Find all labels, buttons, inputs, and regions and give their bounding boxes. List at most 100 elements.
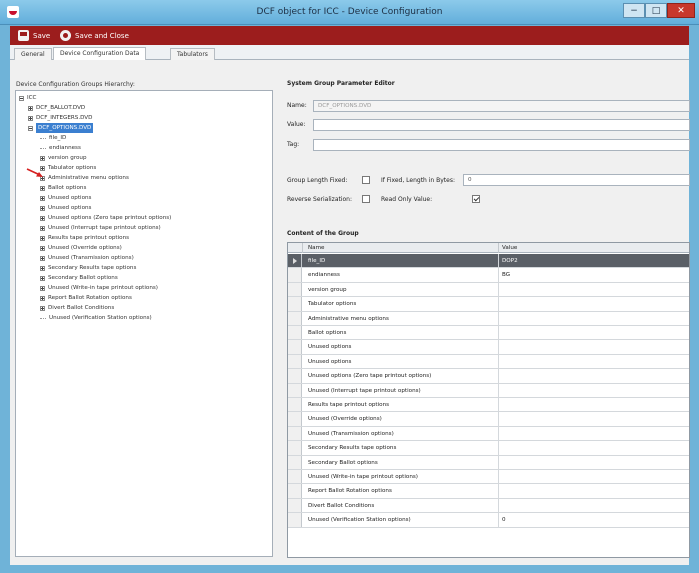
cell-name[interactable]: Unused (Write-in tape printout options)	[308, 470, 418, 484]
row-selector[interactable]	[288, 297, 302, 311]
cell-name[interactable]: Unused (Verification Station options)	[308, 513, 411, 527]
row-selector[interactable]	[288, 426, 302, 441]
tree-item-version-group[interactable]: version group	[40, 153, 87, 163]
row-selector[interactable]	[288, 326, 302, 340]
maximize-button[interactable]: □	[645, 3, 667, 18]
table-row[interactable]: Tabulator options	[288, 297, 689, 312]
cell-value[interactable]: DOP2	[502, 254, 518, 268]
row-selector[interactable]	[288, 441, 302, 455]
expand-icon[interactable]	[40, 215, 45, 221]
row-selector[interactable]	[288, 412, 302, 426]
row-selector[interactable]	[288, 354, 302, 369]
value-field[interactable]	[313, 119, 690, 131]
tree-item-secondary-ballot[interactable]: Secondary Ballot options	[40, 273, 118, 283]
table-row[interactable]: endianness BG	[288, 268, 689, 283]
cell-name[interactable]: Administrative menu options	[308, 312, 389, 326]
close-button[interactable]: ✕	[667, 3, 695, 18]
tree-item-endianness[interactable]: endianness	[40, 143, 81, 153]
expand-icon[interactable]	[40, 185, 45, 191]
tab-tabulators[interactable]: Tabulators	[170, 48, 215, 60]
cell-name[interactable]: Unused (Transmission options)	[308, 427, 394, 441]
collapse-icon[interactable]	[28, 125, 33, 131]
table-row[interactable]: Ballot options	[288, 326, 689, 341]
table-row[interactable]: Unused (Override options)	[288, 412, 689, 427]
table-row[interactable]: Secondary Results tape options	[288, 441, 689, 456]
row-selector[interactable]	[288, 470, 302, 484]
tree-item-ballot-options[interactable]: Ballot options	[40, 183, 86, 193]
tree-item-secondary-results[interactable]: Secondary Results tape options	[40, 263, 136, 273]
tree-item-tabulator-options[interactable]: Tabulator options	[40, 163, 96, 173]
minimize-button[interactable]: −	[623, 3, 645, 18]
cell-name[interactable]: Unused (Interrupt tape printout options)	[308, 384, 421, 398]
column-header-value[interactable]: Value	[502, 243, 517, 253]
table-row[interactable]: Unused options	[288, 340, 689, 355]
tab-device-configuration-data[interactable]: Device Configuration Data	[53, 47, 147, 61]
cell-name[interactable]: Secondary Ballot options	[308, 456, 378, 470]
expand-icon[interactable]	[40, 295, 45, 301]
save-button[interactable]: Save	[18, 28, 50, 43]
table-row[interactable]: Unused (Interrupt tape printout options)	[288, 383, 689, 398]
cell-name[interactable]: endianness	[308, 268, 340, 282]
table-row[interactable]: Unused (Verification Station options) 0	[288, 513, 689, 528]
tag-field[interactable]	[313, 139, 690, 151]
tree-item-unused-transmission[interactable]: Unused (Transmission options)	[40, 253, 134, 263]
tree-item-report-ballot-rotation[interactable]: Report Ballot Rotation options	[40, 293, 132, 303]
row-selector[interactable]	[288, 484, 302, 498]
tree-item-dcf-options[interactable]: DCF_OPTIONS.DVD	[28, 123, 94, 133]
expand-icon[interactable]	[40, 305, 45, 311]
row-selector[interactable]	[288, 513, 302, 527]
expand-icon[interactable]	[40, 235, 45, 241]
tab-general[interactable]: General	[14, 48, 52, 60]
row-selector[interactable]	[288, 254, 302, 268]
table-row[interactable]: Unused options (Zero tape printout optio…	[288, 369, 689, 384]
row-selector[interactable]	[288, 268, 302, 282]
tree-item-unused-override[interactable]: Unused (Override options)	[40, 243, 122, 253]
row-selector[interactable]	[288, 311, 302, 325]
expand-icon[interactable]	[40, 195, 45, 201]
expand-icon[interactable]	[40, 225, 45, 231]
table-row[interactable]: Secondary Ballot options	[288, 455, 689, 470]
cell-name[interactable]: version group	[308, 283, 347, 297]
name-field[interactable]: DCF_OPTIONS.DVD	[313, 100, 690, 112]
tree-item-file-id[interactable]: file_ID	[40, 133, 66, 143]
cell-name[interactable]: Tabulator options	[308, 297, 356, 311]
tree-item-unused-verification[interactable]: Unused (Verification Station options)	[40, 313, 152, 323]
row-selector[interactable]	[288, 455, 302, 469]
row-selector[interactable]	[288, 369, 302, 383]
save-and-close-button[interactable]: Save and Close	[60, 28, 129, 43]
column-header-name[interactable]: Name	[308, 243, 325, 253]
cell-name[interactable]: Ballot options	[308, 326, 346, 340]
table-row[interactable]: file_ID DOP2	[288, 254, 689, 269]
length-in-bytes-field[interactable]: 0	[463, 174, 690, 186]
cell-name[interactable]: Unused options (Zero tape printout optio…	[308, 369, 431, 383]
table-row[interactable]: Unused (Write-in tape printout options)	[288, 470, 689, 485]
row-selector[interactable]	[288, 498, 302, 513]
group-length-fixed-checkbox[interactable]	[362, 176, 370, 184]
cell-name[interactable]: Unused options	[308, 340, 351, 354]
read-only-checkbox[interactable]	[472, 195, 480, 203]
cell-name[interactable]: Divert Ballot Conditions	[308, 499, 374, 513]
expand-icon[interactable]	[40, 285, 45, 291]
expand-icon[interactable]	[40, 275, 45, 281]
table-row[interactable]: Administrative menu options	[288, 311, 689, 326]
table-row[interactable]: Report Ballot Rotation options	[288, 484, 689, 499]
row-selector[interactable]	[288, 383, 302, 397]
row-selector[interactable]	[288, 398, 302, 412]
tree-item-results-tape[interactable]: Results tape printout options	[40, 233, 129, 243]
table-row[interactable]: Divert Ballot Conditions	[288, 498, 689, 514]
table-row[interactable]: Unused (Transmission options)	[288, 426, 689, 442]
tree-item-dcf-ballot[interactable]: DCF_BALLOT.DVD	[28, 103, 85, 113]
expand-icon[interactable]	[28, 105, 33, 111]
tree-item-unused-zero-tape[interactable]: Unused options (Zero tape printout optio…	[40, 213, 171, 223]
table-row[interactable]: Results tape printout options	[288, 398, 689, 413]
collapse-icon[interactable]	[19, 95, 24, 101]
reverse-serialization-checkbox[interactable]	[362, 195, 370, 203]
expand-icon[interactable]	[40, 265, 45, 271]
expand-icon[interactable]	[40, 205, 45, 211]
cell-value[interactable]: BG	[502, 268, 510, 282]
content-grid[interactable]: Name Value file_ID DOP2 endianness BG versio…	[287, 242, 690, 558]
cell-name[interactable]: Report Ballot Rotation options	[308, 484, 392, 498]
cell-name[interactable]: Secondary Results tape options	[308, 441, 396, 455]
table-row[interactable]: Unused options	[288, 354, 689, 370]
cell-name[interactable]: Results tape printout options	[308, 398, 389, 412]
